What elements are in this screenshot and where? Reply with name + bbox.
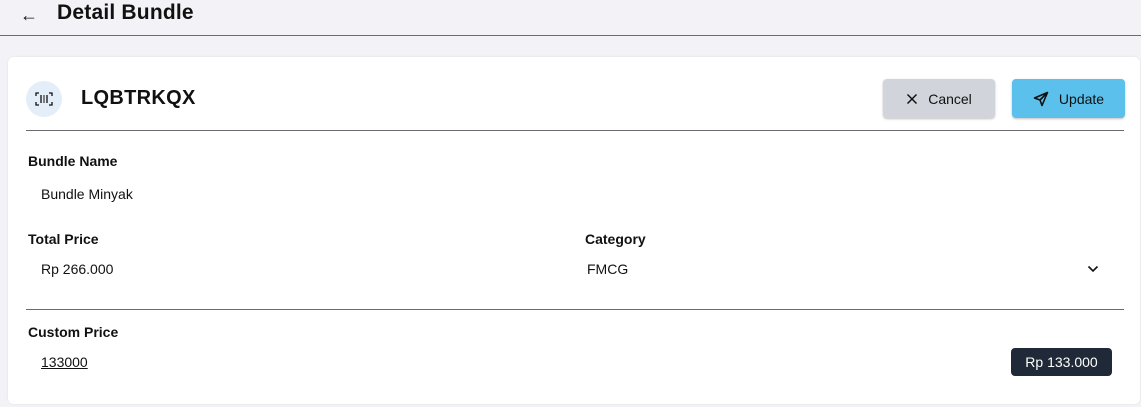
- update-button[interactable]: Update: [1012, 79, 1125, 118]
- arrow-left-icon: ←: [20, 4, 38, 25]
- update-label: Update: [1058, 90, 1105, 107]
- bundle-code: LQBTRKQX: [81, 87, 196, 109]
- page-title: Detail Bundle: [57, 1, 194, 24]
- close-icon: [907, 93, 918, 104]
- page-header: ← Detail Bundle: [0, 0, 1141, 36]
- custom-price-label: Custom Price: [28, 324, 119, 340]
- back-button[interactable]: ←: [17, 4, 41, 26]
- cancel-button[interactable]: Cancel: [883, 79, 995, 118]
- bundle-detail-card: LQBTRKQX Cancel Update Bundle Name Bundl…: [8, 57, 1140, 404]
- bundle-name-value[interactable]: Bundle Minyak: [41, 186, 133, 202]
- category-label: Category: [585, 231, 646, 247]
- cancel-label: Cancel: [928, 90, 972, 107]
- custom-price-badge: Rp 133.000: [1011, 348, 1112, 376]
- category-select[interactable]: FMCG: [587, 261, 628, 277]
- chevron-down-icon[interactable]: [1084, 262, 1102, 276]
- divider: [26, 309, 1124, 310]
- custom-price-input[interactable]: 133000: [41, 354, 88, 370]
- bundle-name-label: Bundle Name: [28, 153, 118, 169]
- divider: [26, 130, 1124, 131]
- total-price-value: Rp 266.000: [41, 261, 114, 277]
- total-price-label: Total Price: [28, 231, 99, 247]
- barcode-scan-icon: [26, 81, 62, 117]
- send-icon: [1033, 91, 1049, 106]
